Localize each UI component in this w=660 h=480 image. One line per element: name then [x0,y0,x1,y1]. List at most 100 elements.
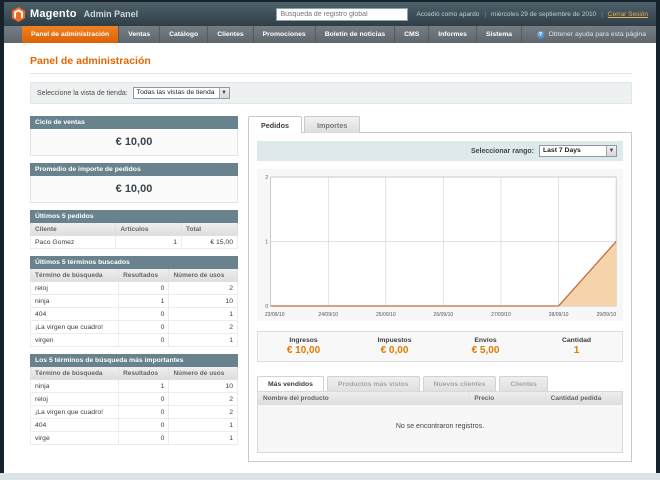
range-select[interactable]: Last 7 Days ▼ [539,145,617,157]
logout-link[interactable]: Cerrar Sesión [608,11,648,18]
search-term-row[interactable]: 404 0 1 [29,418,238,432]
admin-page: Magento Admin Panel Accedió como apardo … [4,2,656,473]
nav-item[interactable]: Sistema [477,26,523,43]
global-search-input[interactable] [276,7,409,21]
chevron-down-icon: ▼ [218,88,229,98]
search-term-row[interactable]: ninja 1 10 [29,379,238,393]
svg-text:0: 0 [265,304,268,310]
search-term-row[interactable]: reloj 0 2 [29,392,238,406]
stat-value: 1 [573,345,580,356]
separator: | [484,10,487,18]
svg-text:2: 2 [265,175,268,181]
svg-text:26/09/10: 26/09/10 [434,312,454,318]
dashboard-tab[interactable]: Pedidos [248,116,302,133]
average-orders-widget: Promedio de importe de pedidos € 10,00 [30,163,238,203]
search-term-row[interactable]: reloj 0 2 [29,281,238,295]
stat-label: Cantidad [561,337,592,344]
orders-chart: 0 1 2 23/09/10 24/09/10 25/09/10 26/09/10 27/09… [257,169,623,321]
separator: | [601,10,603,18]
search-term-row[interactable]: ninja 1 10 [29,294,238,308]
window-bottom-band [0,473,660,480]
column-header: Resultados [118,269,170,282]
store-view-label: Seleccione la vista de tienda: [37,89,128,97]
report-tab[interactable]: Clientes [499,376,548,391]
logo-text: Magento [30,8,77,20]
nav-item[interactable]: Informes [429,26,477,43]
range-bar: Seleccionar rango: Last 7 Days ▼ [257,141,623,161]
store-view-bar: Seleccione la vista de tienda: Todas las… [30,82,632,104]
stat-item: Cantidad 1 [531,337,622,356]
column-header: Cantidad pedida [545,392,623,405]
search-term-row[interactable]: virgen 0 1 [29,333,238,347]
column-header: Número de usos [168,367,238,380]
nav-item[interactable]: Ventas [119,26,161,43]
column-header: Término de búsqueda [29,269,120,282]
widget-title: Ciclo de ventas [30,116,238,129]
orders-panel: Seleccionar rango: Last 7 Days ▼ 0 1 2 23/0… [248,132,632,462]
column-header: Resultados [118,367,170,380]
report-tab[interactable]: Productos más vistos [326,376,420,391]
orders-area-chart: 0 1 2 23/09/10 24/09/10 25/09/10 26/09/10 27/09… [259,171,621,319]
average-orders-value: € 10,00 [30,176,238,203]
column-header: Artículos [115,223,182,236]
magento-logo-icon [12,6,25,22]
products-table: Nombre del producto Precio Cantidad pedida… [257,391,623,453]
chevron-down-icon: ▼ [606,146,616,156]
column-header: Término de búsqueda [29,367,120,380]
main-nav: Panel de administración Ventas Catálogo Cli… [4,26,656,43]
top-search-terms-widget: Los 5 términos de búsqueda más important… [29,354,238,445]
stat-item: Envíos € 5,00 [440,337,531,356]
report-tab[interactable]: Nuevos clientes [422,376,497,391]
svg-text:28/09/10: 28/09/10 [549,312,569,318]
help-link[interactable]: ? Obtener ayuda para esta página [536,26,657,43]
stat-value: € 10,00 [286,345,321,356]
dashboard-tab[interactable]: Importes [303,116,361,133]
empty-table-message: No se encontraron registros. [258,405,622,452]
column-header: Total [181,223,238,236]
lifetime-sales-value: € 10,00 [30,129,238,156]
widget-title: Promedio de importe de pedidos [30,163,238,176]
logged-in-as: Accedió como apardo [416,10,480,18]
report-tab[interactable]: Más vendidos [257,376,324,391]
logo-subtitle: Admin Panel [83,9,139,19]
stat-value: € 0,00 [380,345,409,356]
nav-item[interactable]: CMS [395,26,430,43]
search-term-row[interactable]: 404 0 1 [29,307,238,321]
last-orders-widget: Últimos 5 pedidos Cliente Artículos Total … [29,210,238,249]
svg-text:29/09/10: 29/09/10 [596,312,616,318]
top-header: Magento Admin Panel Accedió como apardo … [4,2,656,26]
search-term-row[interactable]: ¡La virgen que cuadro! 0 2 [29,405,238,419]
range-label: Seleccionar rango: [470,147,534,155]
column-header: Precio [468,392,546,405]
nav-item[interactable]: Boletín de noticias [316,26,396,43]
nav-item[interactable]: Catálogo [160,26,209,43]
nav-item[interactable]: Panel de administración [22,26,120,43]
search-term-row[interactable]: virge 0 1 [29,431,238,445]
magento-logo[interactable]: Magento Admin Panel [12,6,139,22]
column-header: Cliente [29,223,117,236]
current-date: miércoles 29 de septiembre de 2010 [491,10,597,18]
stats-bar: Ingresos € 10,00 Impuestos € 0,00 Envíos… [257,331,623,362]
widget-title: Últimos 5 pedidos [30,210,238,223]
widget-title: Últimos 5 términos buscados [30,256,238,269]
help-icon: ? [536,30,545,39]
svg-text:23/09/10: 23/09/10 [265,312,285,318]
search-term-row[interactable]: ¡La virgen que cuadro! 0 2 [29,320,238,334]
stat-item: Impuestos € 0,00 [349,337,440,356]
stat-label: Envíos [474,337,497,344]
store-view-select[interactable]: Todas las vistas de tienda ▼ [132,87,230,99]
svg-text:24/09/10: 24/09/10 [318,312,338,318]
svg-text:1: 1 [265,239,268,245]
app-window: Magento Admin Panel Accedió como apardo … [0,0,660,480]
stat-label: Ingresos [289,337,318,344]
dashboard-right-column: Pedidos Importes Seleccionar rango: Last … [248,116,632,462]
stat-label: Impuestos [377,337,412,344]
svg-text:25/09/10: 25/09/10 [376,312,396,318]
nav-item[interactable]: Clientes [208,26,254,43]
stat-value: € 5,00 [471,345,500,356]
order-row[interactable]: Paco Gomez 1 € 15,00 [29,235,238,249]
nav-item[interactable]: Promociones [254,26,316,43]
page-title: Panel de administración [30,51,632,74]
widget-title: Los 5 términos de búsqueda más important… [30,354,238,367]
dashboard-left-column: Ciclo de ventas € 10,00 Promedio de impo… [29,116,238,462]
